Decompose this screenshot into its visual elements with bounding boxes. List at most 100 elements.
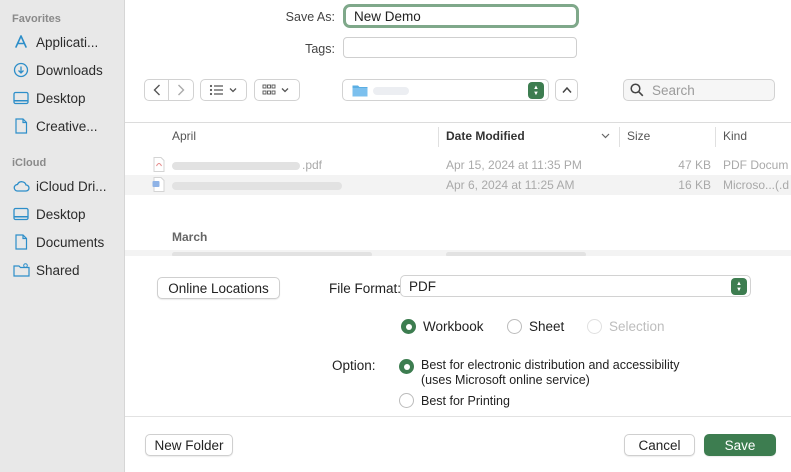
sidebar-item-label: Creative...: [36, 118, 98, 134]
back-forward-control: [144, 79, 194, 101]
desktop-icon: [12, 205, 30, 223]
folder-icon: [352, 84, 368, 100]
sidebar-item-label: Applicati...: [36, 34, 99, 50]
folder-name-redacted: [373, 87, 409, 95]
sidebar-item-downloads[interactable]: Downloads: [12, 59, 122, 81]
chevron-up-icon: [561, 86, 572, 93]
sidebar-item-icloud-desktop[interactable]: Desktop: [12, 203, 122, 225]
file-name-redacted: [172, 162, 300, 170]
sidebar-item-shared[interactable]: Shared: [12, 259, 122, 281]
save-as-label: Save As:: [285, 10, 335, 24]
file-format-value: PDF: [409, 278, 436, 294]
file-kind: Microso...(.d: [723, 178, 790, 192]
selection-radio: Selection: [587, 319, 665, 334]
column-separator: [619, 127, 620, 147]
file-format-label: File Format:: [329, 281, 402, 296]
sidebar-item-label: Desktop: [36, 90, 86, 106]
new-folder-button[interactable]: New Folder: [145, 434, 233, 456]
electronic-distribution-radio[interactable]: Best for electronic distribution and acc…: [399, 358, 679, 388]
shared-folder-icon: [12, 261, 30, 279]
sidebar-item-label: Documents: [36, 234, 105, 250]
radio-icon: [399, 393, 414, 408]
file-size: 16 KB: [678, 178, 711, 192]
sidebar-section-icloud: iCloud: [12, 157, 47, 169]
filename-input[interactable]: New Demo: [343, 4, 579, 28]
radio-selected-icon: [399, 359, 414, 374]
collapse-button[interactable]: [555, 79, 578, 101]
sidebar-item-icloud-drive[interactable]: iCloud Dri...: [12, 175, 122, 197]
search-placeholder: Search: [652, 82, 695, 98]
chevron-left-icon: [153, 84, 160, 96]
column-header-date-label: Date Modified: [446, 129, 525, 143]
sheet-label: Sheet: [529, 319, 565, 334]
search-icon: [630, 83, 644, 97]
document-icon: [12, 233, 30, 251]
tags-label: Tags:: [305, 42, 335, 56]
option-1-line1: Best for electronic distribution and acc…: [421, 358, 680, 372]
sidebar-item-applications[interactable]: Applicati...: [12, 31, 122, 53]
option-1-line2: (uses Microsoft online service): [421, 373, 590, 387]
file-date: Apr 15, 2024 at 11:35 PM: [446, 158, 582, 172]
file-kind: PDF Docum: [723, 158, 789, 172]
table-row[interactable]: Apr 6, 2024 at 11:25 AM 16 KB Microso...…: [125, 175, 791, 195]
downloads-icon: [12, 61, 30, 79]
column-header-size[interactable]: Size: [627, 123, 650, 149]
workbook-label: Workbook: [423, 319, 484, 334]
cloud-icon: [12, 177, 30, 195]
radio-icon: [507, 319, 522, 334]
best-for-printing-radio[interactable]: Best for Printing: [399, 393, 510, 408]
file-date: Apr 6, 2024 at 11:25 AM: [446, 178, 575, 192]
back-button[interactable]: [145, 80, 170, 100]
search-field[interactable]: Search: [623, 79, 775, 101]
file-name-redacted: [172, 182, 342, 190]
sidebar-item-label: Downloads: [36, 62, 103, 78]
file-size: 47 KB: [678, 158, 711, 172]
list-view-button[interactable]: [200, 79, 247, 101]
option-label: Option:: [332, 358, 376, 373]
save-button[interactable]: Save: [704, 434, 776, 456]
sort-chevron-icon: [601, 133, 610, 139]
options-panel: Online Locations File Format: PDF ▲ ▼ Wor…: [125, 256, 791, 416]
file-format-popup[interactable]: PDF ▲ ▼: [400, 275, 751, 297]
column-separator: [438, 127, 439, 147]
workbook-radio[interactable]: Workbook: [401, 319, 484, 334]
document-icon: [12, 117, 30, 135]
sidebar-item-label: Shared: [36, 262, 80, 278]
electronic-distribution-text: Best for electronic distribution and acc…: [421, 358, 679, 388]
tags-input[interactable]: [343, 37, 577, 58]
online-locations-button[interactable]: Online Locations: [157, 277, 280, 299]
chevron-right-icon: [178, 84, 185, 96]
pdf-file-icon: [153, 157, 165, 175]
column-separator: [715, 127, 716, 147]
table-row[interactable]: .pdf Apr 15, 2024 at 11:35 PM 47 KB PDF …: [125, 155, 791, 175]
sheet-radio[interactable]: Sheet: [507, 319, 564, 334]
list-view-icon: [209, 84, 236, 96]
grid-view-icon: [262, 84, 289, 95]
applications-icon: [12, 33, 30, 51]
word-file-icon: [152, 177, 166, 195]
sidebar-item-creative[interactable]: Creative...: [12, 115, 122, 137]
option-2-label: Best for Printing: [421, 393, 510, 408]
radio-selected-icon: [401, 319, 416, 334]
location-stepper-icon: ▲ ▼: [528, 82, 544, 99]
desktop-icon: [12, 89, 30, 107]
sidebar-item-label: Desktop: [36, 206, 86, 222]
sidebar-item-desktop[interactable]: Desktop: [12, 87, 122, 109]
sidebar: Favorites Applicati... Downloads Desktop…: [0, 0, 125, 472]
sidebar-item-documents[interactable]: Documents: [12, 231, 122, 253]
column-header-name[interactable]: April: [172, 123, 196, 149]
cancel-button[interactable]: Cancel: [624, 434, 695, 456]
group-header-march: March: [172, 230, 208, 244]
column-header-kind[interactable]: Kind: [723, 123, 747, 149]
group-view-button[interactable]: [254, 79, 300, 101]
sidebar-section-favorites: Favorites: [12, 13, 61, 25]
save-dialog-main: Save As: New Demo Tags: ▲ ▼ Search April…: [125, 0, 791, 472]
radio-icon: [587, 319, 602, 334]
selection-label: Selection: [609, 319, 665, 334]
file-name-suffix: .pdf: [302, 158, 323, 172]
sidebar-item-label: iCloud Dri...: [36, 178, 107, 194]
file-list: April Date Modified Size Kind .pdf Apr 1…: [125, 122, 791, 256]
location-popup[interactable]: ▲ ▼: [342, 79, 549, 101]
column-header-date[interactable]: Date Modified: [446, 123, 525, 149]
forward-button[interactable]: [169, 80, 193, 100]
